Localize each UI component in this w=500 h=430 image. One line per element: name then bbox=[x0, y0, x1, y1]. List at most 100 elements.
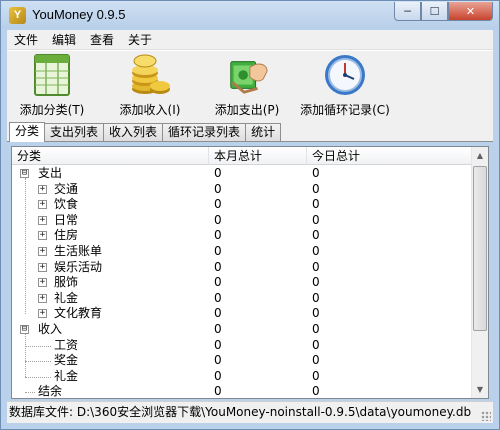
tree-group-row[interactable]: ⊟ 收入 0 0 bbox=[12, 322, 473, 338]
menu-view[interactable]: 查看 bbox=[83, 30, 121, 50]
month-total-value: 0 bbox=[214, 353, 222, 368]
expand-icon[interactable]: + bbox=[38, 215, 47, 225]
tab-recurring-list[interactable]: 循环记录列表 bbox=[162, 123, 247, 141]
toolbar: 添加分类(T) 添加收入(I) 添加支出(P) 添加循环记录(C) bbox=[7, 50, 493, 122]
today-total-value: 0 bbox=[312, 337, 320, 352]
expand-icon[interactable]: + bbox=[38, 246, 47, 256]
tree-item-row[interactable]: + 娱乐活动 0 0 bbox=[12, 260, 473, 276]
expand-icon[interactable]: + bbox=[38, 184, 47, 194]
today-total-value: 0 bbox=[312, 321, 320, 336]
today-total-value: 0 bbox=[312, 181, 320, 196]
month-total-value: 0 bbox=[214, 166, 222, 180]
menu-file[interactable]: 文件 bbox=[7, 30, 45, 50]
tab-expense-list[interactable]: 支出列表 bbox=[44, 123, 105, 141]
today-total-value: 0 bbox=[312, 259, 320, 274]
month-total-value: 0 bbox=[214, 197, 222, 212]
app-icon: Y bbox=[9, 7, 26, 24]
tree-item-row[interactable]: 奖金 0 0 bbox=[12, 353, 473, 369]
database-path: 数据库文件: D:\360安全浏览器下载\YouMoney-noinstall-… bbox=[9, 405, 472, 419]
category-name: 奖金 bbox=[54, 353, 79, 368]
category-name: 支出 bbox=[38, 166, 63, 180]
add-income-button[interactable]: 添加收入(I) bbox=[113, 53, 187, 121]
today-total-value: 0 bbox=[312, 197, 320, 212]
tree-item-row[interactable]: + 日常 0 0 bbox=[12, 213, 473, 229]
col-header-month-total[interactable]: 本月总计 bbox=[209, 147, 307, 165]
add-recurring-button[interactable]: 添加循环记录(C) bbox=[292, 53, 398, 121]
today-total-value: 0 bbox=[312, 275, 320, 290]
tree-connector bbox=[25, 345, 51, 347]
collapse-icon[interactable]: ⊟ bbox=[20, 324, 29, 334]
month-total-value: 0 bbox=[214, 290, 222, 305]
title-bar[interactable]: Y YouMoney 0.9.5 ─ ☐ ✕ bbox=[1, 1, 499, 29]
category-name: 饮食 bbox=[54, 197, 79, 212]
today-total-value: 0 bbox=[312, 353, 320, 368]
tree-group-row[interactable]: 结余 0 0 bbox=[12, 384, 473, 399]
scroll-down-icon[interactable]: ▼ bbox=[472, 381, 488, 398]
category-tree-table: 分类 本月总计 今日总计 ⊟ 支出 0 0 + 交通 0 0 + 饮食 0 0 + 日常 0 0 + 住房 0 0 + 生… bbox=[11, 146, 489, 399]
tab-income-list[interactable]: 收入列表 bbox=[103, 123, 164, 141]
tab-category[interactable]: 分类 bbox=[9, 122, 46, 142]
month-total-value: 0 bbox=[214, 181, 222, 196]
window-title: YouMoney 0.9.5 bbox=[32, 7, 126, 22]
table-header: 分类 本月总计 今日总计 bbox=[12, 147, 473, 165]
maximize-button[interactable]: ☐ bbox=[421, 2, 448, 21]
tab-bar: 分类 支出列表 收入列表 循环记录列表 统计 bbox=[7, 122, 493, 142]
maximize-icon: ☐ bbox=[429, 4, 440, 18]
month-total-value: 0 bbox=[214, 243, 222, 258]
add-category-button[interactable]: 添加分类(T) bbox=[17, 53, 87, 121]
col-header-today-total[interactable]: 今日总计 bbox=[307, 147, 473, 165]
category-name: 礼金 bbox=[54, 368, 79, 383]
tree-item-row[interactable]: + 饮食 0 0 bbox=[12, 197, 473, 213]
tree-item-row[interactable]: + 文化教育 0 0 bbox=[12, 306, 473, 322]
menu-bar: 文件 编辑 查看 关于 bbox=[7, 30, 493, 50]
window-controls: ─ ☐ ✕ bbox=[394, 2, 493, 22]
minimize-icon: ─ bbox=[404, 4, 411, 18]
category-name: 服饰 bbox=[54, 275, 79, 290]
category-name: 住房 bbox=[54, 228, 79, 243]
vertical-scrollbar[interactable]: ▲ ▼ bbox=[471, 147, 488, 398]
today-total-value: 0 bbox=[312, 306, 320, 321]
month-total-value: 0 bbox=[214, 337, 222, 352]
tab-statistics[interactable]: 统计 bbox=[245, 123, 282, 141]
category-name: 工资 bbox=[54, 337, 79, 352]
today-total-value: 0 bbox=[312, 384, 320, 399]
expand-icon[interactable]: + bbox=[38, 200, 47, 210]
category-name: 礼金 bbox=[54, 290, 79, 305]
minimize-button[interactable]: ─ bbox=[394, 2, 421, 21]
close-button[interactable]: ✕ bbox=[448, 2, 493, 21]
tree-item-row[interactable]: + 交通 0 0 bbox=[12, 182, 473, 198]
expand-icon[interactable]: + bbox=[38, 309, 47, 319]
menu-about[interactable]: 关于 bbox=[121, 30, 159, 50]
clock-icon bbox=[323, 53, 367, 97]
add-income-label: 添加收入(I) bbox=[119, 103, 181, 117]
expand-icon[interactable]: + bbox=[38, 293, 47, 303]
expand-icon[interactable]: + bbox=[38, 231, 47, 241]
add-expense-button[interactable]: 添加支出(P) bbox=[210, 53, 284, 121]
expand-icon[interactable]: + bbox=[38, 278, 47, 288]
tree-item-row[interactable]: 工资 0 0 bbox=[12, 338, 473, 354]
menu-edit[interactable]: 编辑 bbox=[45, 30, 83, 50]
today-total-value: 0 bbox=[312, 290, 320, 305]
tree-group-row[interactable]: ⊟ 支出 0 0 bbox=[12, 166, 473, 182]
tree-guide-line bbox=[25, 178, 26, 315]
tree-item-row[interactable]: + 服饰 0 0 bbox=[12, 275, 473, 291]
scrollbar-thumb[interactable] bbox=[473, 166, 487, 331]
tree-rows: ⊟ 支出 0 0 + 交通 0 0 + 饮食 0 0 + 日常 0 0 + 住房 0 0 + 生活账单 0 0 + 娱乐活动 0 0 +… bbox=[12, 166, 473, 399]
month-total-value: 0 bbox=[214, 368, 222, 383]
resize-grip-icon[interactable] bbox=[481, 411, 491, 421]
collapse-icon[interactable]: ⊟ bbox=[20, 169, 29, 178]
category-name: 娱乐活动 bbox=[54, 259, 103, 274]
col-header-category[interactable]: 分类 bbox=[12, 147, 209, 165]
tree-item-row[interactable]: + 住房 0 0 bbox=[12, 228, 473, 244]
tree-item-row[interactable]: + 礼金 0 0 bbox=[12, 291, 473, 307]
tree-connector bbox=[25, 392, 35, 394]
tree-item-row[interactable]: + 生活账单 0 0 bbox=[12, 244, 473, 260]
expand-icon[interactable]: + bbox=[38, 262, 47, 272]
month-total-value: 0 bbox=[214, 259, 222, 274]
money-hand-icon bbox=[225, 53, 269, 97]
category-name: 文化教育 bbox=[54, 306, 103, 321]
app-window: Y YouMoney 0.9.5 ─ ☐ ✕ 文件 编辑 查看 关于 添加分类(… bbox=[0, 0, 500, 430]
coins-icon bbox=[128, 53, 172, 97]
scroll-up-icon[interactable]: ▲ bbox=[472, 147, 488, 164]
tree-item-row[interactable]: 礼金 0 0 bbox=[12, 369, 473, 385]
